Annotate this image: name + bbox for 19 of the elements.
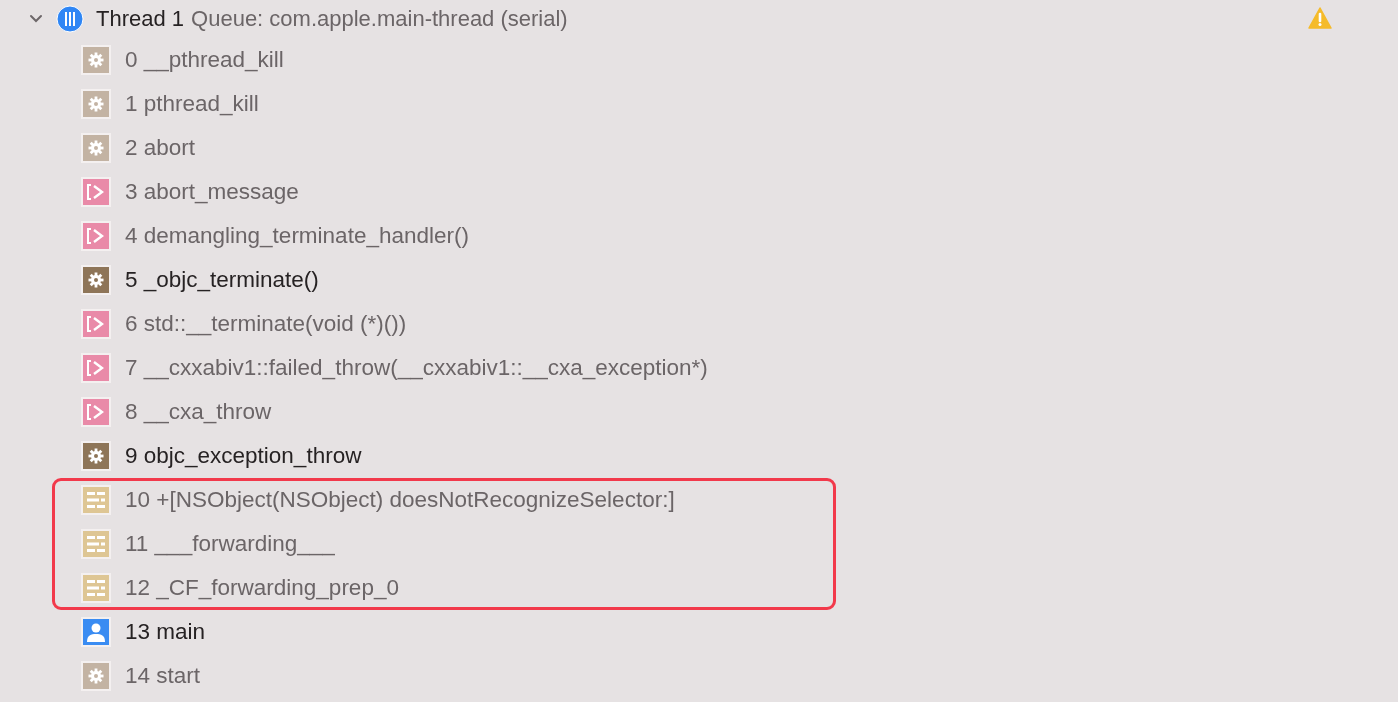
stack-frame[interactable]: 9 objc_exception_throw xyxy=(125,443,362,469)
thread-title: Thread 1 xyxy=(96,6,185,32)
stack-frame[interactable]: 8 __cxa_throw xyxy=(125,399,272,425)
stack-frame[interactable]: 7 __cxxabiv1::failed_throw(__cxxabiv1::__cxa_exception*) xyxy=(125,355,708,381)
stack-frame[interactable]: 5 _objc_terminate() xyxy=(125,267,319,293)
thread-icon xyxy=(56,5,84,33)
stack-frame[interactable]: 14 start xyxy=(125,663,201,689)
disclosure-chevron-icon[interactable] xyxy=(29,14,43,24)
stack-frame[interactable]: 12 _CF_forwarding_prep_0 xyxy=(125,575,399,601)
stack-frame[interactable]: 4 demangling_terminate_handler() xyxy=(125,223,469,249)
stack-frame[interactable]: 10 +[NSObject(NSObject) doesNotRecognizeSelector:] xyxy=(125,487,675,513)
stack-frame[interactable]: 6 std::__terminate(void (*)()) xyxy=(125,311,407,337)
stack-frame[interactable]: 2 abort xyxy=(125,135,196,161)
stack-frame[interactable]: 3 abort_message xyxy=(125,179,299,205)
stack-frame[interactable]: 1 pthread_kill xyxy=(125,91,259,117)
stack-frame[interactable]: 13 main xyxy=(125,619,206,645)
thread-queue: Queue: com.apple.main-thread (serial) xyxy=(191,6,568,32)
stack-frame[interactable]: 11 ___forwarding___ xyxy=(125,531,335,557)
stack-frame[interactable]: 0 __pthread_kill xyxy=(125,47,284,73)
